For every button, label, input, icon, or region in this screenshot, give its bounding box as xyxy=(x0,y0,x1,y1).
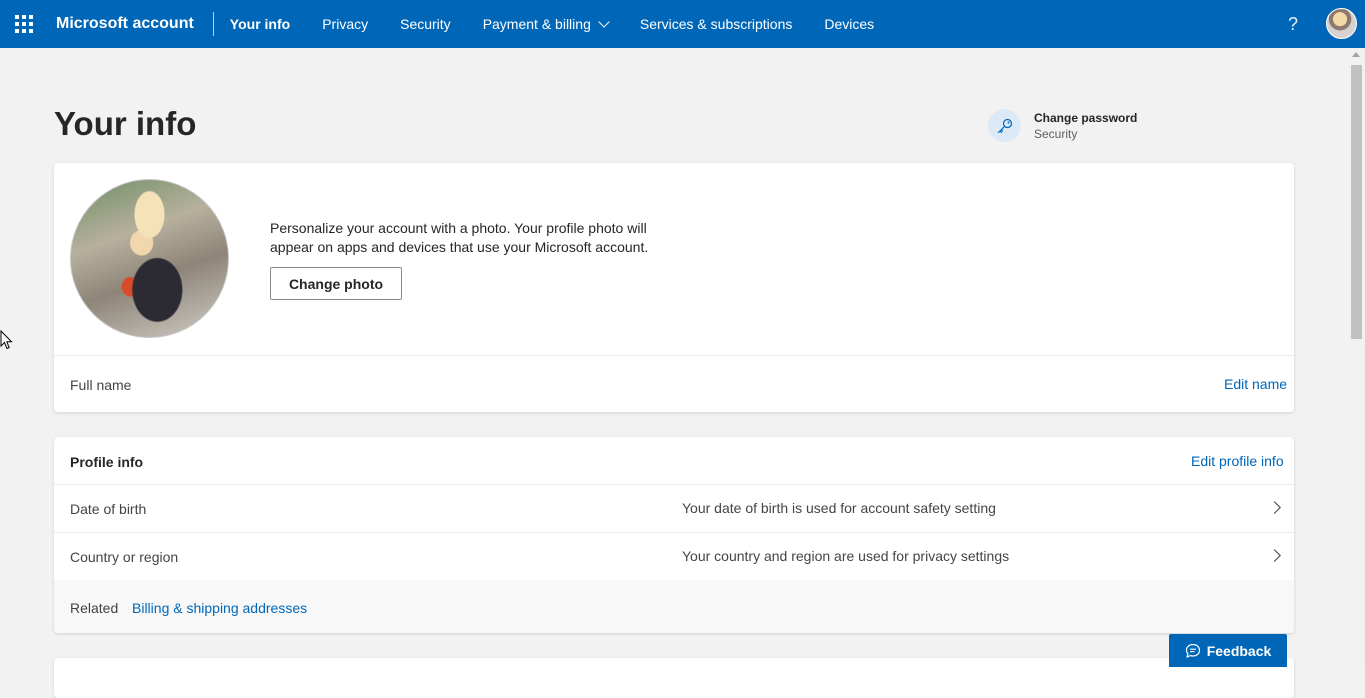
photo-description: Personalize your account with a photo. Y… xyxy=(270,220,649,255)
date-of-birth-row[interactable]: Date of birth Your date of birth is used… xyxy=(54,485,1294,533)
card-divider xyxy=(54,355,1294,356)
next-card xyxy=(54,658,1294,698)
change-password-link[interactable]: Change password Security xyxy=(988,109,1137,142)
feedback-button[interactable]: Feedback xyxy=(1169,634,1287,667)
change-password-title: Change password xyxy=(1034,110,1138,125)
nav-privacy[interactable]: Privacy xyxy=(306,0,384,48)
brand-link[interactable]: Microsoft account xyxy=(48,12,214,36)
country-region-description: Your country and region are used for pri… xyxy=(682,548,1010,564)
feedback-label: Feedback xyxy=(1206,642,1272,659)
profile-photo-card: Personalize your account with a photo. Y… xyxy=(54,163,1294,412)
app-launcher-button[interactable] xyxy=(0,0,48,48)
date-of-birth-description: Your date of birth is used for account s… xyxy=(682,500,996,516)
profile-photo xyxy=(70,179,229,338)
edit-name-link[interactable]: Edit name xyxy=(1224,376,1287,392)
date-of-birth-label: Date of birth xyxy=(70,501,147,517)
scroll-up-arrow-icon[interactable] xyxy=(1352,52,1360,57)
related-section: Related Billing & shipping addresses xyxy=(54,580,1294,633)
change-photo-button[interactable]: Change photo xyxy=(270,267,402,300)
country-region-label: Country or region xyxy=(70,549,179,565)
top-nav-bar: Microsoft account Your info Privacy Secu… xyxy=(0,0,1365,48)
profile-info-title: Profile info xyxy=(70,454,144,470)
vertical-scrollbar[interactable] xyxy=(1348,48,1365,667)
chat-bubble-icon xyxy=(1185,643,1200,658)
chevron-right-icon xyxy=(1268,501,1281,514)
nav-payment-billing-label: Payment & billing xyxy=(482,16,591,32)
profile-info-card: Profile info Edit profile info Date of b… xyxy=(54,437,1294,633)
nav-your-info[interactable]: Your info xyxy=(214,0,306,48)
billing-shipping-addresses-link[interactable]: Billing & shipping addresses xyxy=(132,600,307,616)
chevron-right-icon xyxy=(1268,549,1281,562)
related-label: Related xyxy=(70,600,119,616)
scroll-thumb[interactable] xyxy=(1351,65,1362,339)
chevron-down-icon xyxy=(598,16,610,28)
country-region-row[interactable]: Country or region Your country and regio… xyxy=(54,533,1294,581)
mouse-pointer-icon xyxy=(0,330,13,350)
help-icon[interactable]: ? xyxy=(1284,12,1302,36)
key-icon xyxy=(988,109,1021,142)
edit-profile-info-link[interactable]: Edit profile info xyxy=(1191,453,1284,469)
nav-services-subscriptions[interactable]: Services & subscriptions xyxy=(624,0,809,48)
nav-security[interactable]: Security xyxy=(384,0,467,48)
full-name-label: Full name xyxy=(70,377,132,393)
change-password-subtitle: Security xyxy=(1034,126,1078,141)
page-title: Your info xyxy=(54,105,197,142)
nav-payment-billing[interactable]: Payment & billing xyxy=(467,0,624,48)
main-nav: Your info Privacy Security Payment & bil… xyxy=(214,0,890,48)
account-avatar[interactable] xyxy=(1326,8,1357,39)
waffle-icon xyxy=(15,15,33,33)
nav-devices[interactable]: Devices xyxy=(808,0,890,48)
